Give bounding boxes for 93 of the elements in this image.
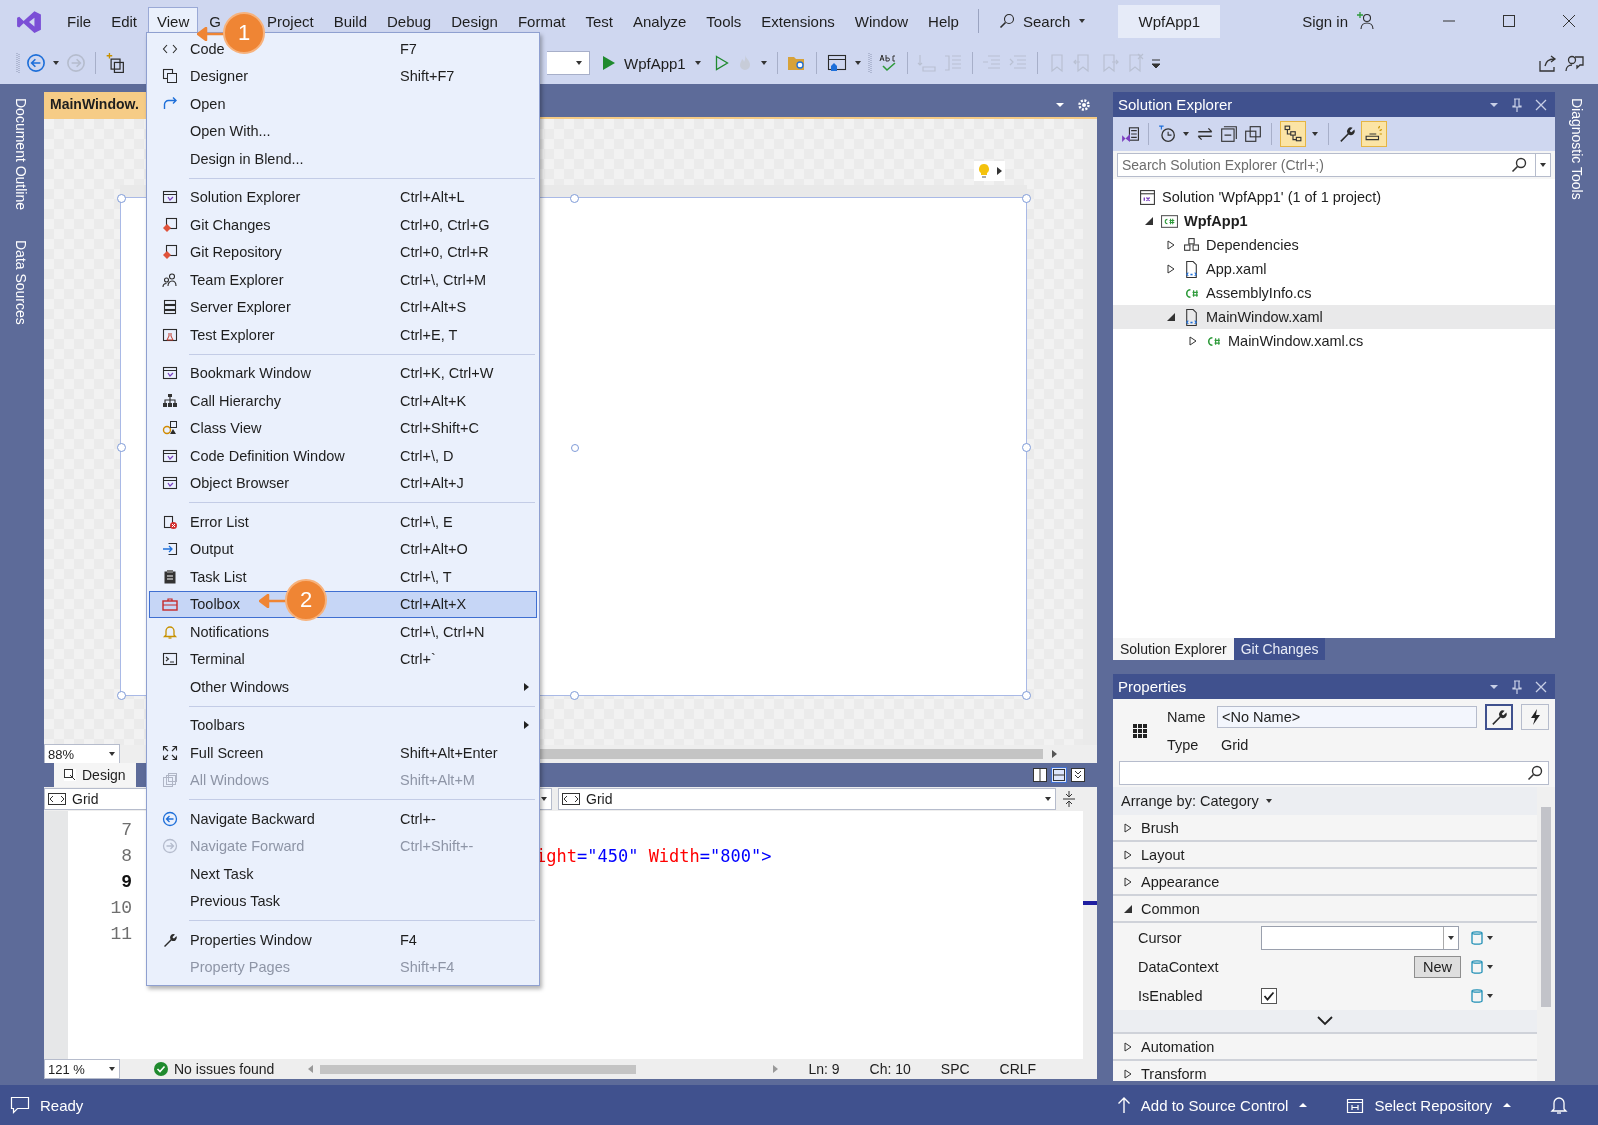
column-indicator[interactable]: Ch: 10 [869,1061,911,1077]
tree-item[interactable]: MainWindow.xaml.cs [1113,329,1555,353]
panel-title: Solution Explorer [1118,96,1233,113]
menu-entry[interactable]: Output Ctrl+Alt+O [149,535,537,563]
menu-entry[interactable]: Full Screen Shift+Alt+Enter [149,739,537,767]
field-label: Name [1167,709,1207,725]
search-label: Search [1022,12,1071,30]
whitespace-indicator[interactable]: SPC [940,1061,970,1077]
line-ending-indicator[interactable]: CRLF [999,1061,1037,1077]
menu-entry[interactable]: Design in Blend... [149,145,537,173]
category-header[interactable]: Layout [1113,842,1537,869]
start-target-label: WpfApp1 [624,54,686,72]
menu-entry[interactable]: Error List Ctrl+\, E [149,508,537,536]
menu-entry[interactable]: Code Definition Window Ctrl+\, D [149,442,537,470]
menu-entry[interactable]: Git Changes Ctrl+0, Ctrl+G [149,211,537,239]
line-number: 10 [109,897,132,920]
menu-entry[interactable]: Solution Explorer Ctrl+Alt+L [149,183,537,211]
solution-name: WpfApp1 [1118,4,1221,38]
zoom-dropdown[interactable]: 88% [44,744,120,764]
menu-entry[interactable]: Other Windows [149,673,537,701]
menu-item[interactable]: File [58,6,101,36]
tree-item[interactable]: App.xaml [1113,257,1555,281]
start-button[interactable]: WpfApp1 [596,54,708,72]
category-header[interactable]: Appearance [1113,869,1537,896]
menu-entry[interactable]: Test Explorer Ctrl+E, T [149,321,537,349]
search-field[interactable]: Search Solution Explorer (Ctrl+;) [1117,153,1536,177]
line-number: 9 [120,871,132,894]
menu-item[interactable]: Build [324,6,376,36]
field-label: Type [1167,737,1200,753]
menu-item[interactable]: Format [508,6,575,36]
line-indicator[interactable]: Ln: 9 [808,1061,840,1077]
panel-tab[interactable]: Solution Explorer [1113,638,1234,660]
menu-item[interactable]: Edit [102,6,147,36]
document-tab[interactable]: MainWindow. [44,92,146,117]
code-line: ight="450" Width="800"> [536,846,772,866]
new-button[interactable]: New [1414,955,1461,978]
menu-item[interactable]: Window [845,6,918,36]
status-message: Ready [40,1096,84,1114]
menu-item[interactable]: Debug [378,6,441,36]
tree-item[interactable]: WpfApp1 [1113,209,1555,233]
arrange-dropdown[interactable]: Arrange by: Category [1113,787,1537,815]
element-dropdown[interactable]: Grid [558,788,1056,810]
design-tab[interactable]: Design [54,763,136,787]
menu-entry[interactable]: Designer Shift+F7 [149,62,537,90]
repository-button[interactable]: Select Repository [1346,1096,1512,1114]
menu-entry[interactable]: Team Explorer Ctrl+\, Ctrl+M [149,266,537,294]
property-label: IsEnabled [1138,987,1204,1004]
menu-entry[interactable]: Navigate Backward Ctrl+- [149,805,537,833]
name-field[interactable]: <No Name> [1217,706,1477,728]
menu-entry[interactable]: Bookmark Window Ctrl+K, Ctrl+W [149,359,537,387]
property-label: Cursor [1138,929,1183,946]
tree-item[interactable]: Solution 'WpfApp1' (1 of 1 project) [1113,185,1555,209]
issues-status[interactable]: No issues found [174,1061,275,1077]
menu-entry[interactable]: Toolbars [149,711,537,739]
menu-item[interactable]: Test [576,6,622,36]
menu-item[interactable]: Design [442,6,507,36]
type-value: Grid [1221,737,1249,753]
panel-title: Properties [1118,678,1187,695]
menu-entry[interactable]: Terminal Ctrl+` [149,645,537,673]
tool-window-tab[interactable]: Document Outline [11,92,31,217]
menu-entry[interactable]: Open [149,90,537,118]
menu-entry[interactable]: Class View Ctrl+Shift+C [149,414,537,442]
menu-entry[interactable]: Previous Task [149,887,537,915]
menu-entry[interactable]: Call Hierarchy Ctrl+Alt+K [149,387,537,415]
menu-entry[interactable]: Notifications Ctrl+\, Ctrl+N [149,618,537,646]
category-header[interactable]: Common [1113,896,1537,923]
tool-window-tab[interactable]: Diagnostic Tools [1566,92,1587,206]
menu-entry[interactable]: Properties Window F4 [149,926,537,954]
menu-entry[interactable]: Next Task [149,860,537,888]
sign-in-button[interactable]: Sign in [1302,12,1348,30]
line-number: 7 [120,819,132,842]
tree-item[interactable]: AssemblyInfo.cs [1113,281,1555,305]
property-label: DataContext [1138,958,1220,975]
zoom-dropdown[interactable]: 121 % [44,1059,120,1079]
menu-item[interactable]: Extensions [752,6,844,36]
menu-entry[interactable]: Object Browser Ctrl+Alt+J [149,469,537,497]
category-header[interactable]: Automation [1113,1034,1537,1061]
menu-entry[interactable]: Open With... [149,117,537,145]
tab-label: Design [82,767,126,783]
menu-item[interactable]: Tools [697,6,751,36]
line-number: 11 [109,923,132,946]
tree-item[interactable]: Dependencies [1113,233,1555,257]
line-number: 8 [120,845,132,868]
panel-tab[interactable]: Git Changes [1233,638,1326,660]
menu-item[interactable]: Analyze [623,6,696,36]
tool-window-tab[interactable]: Data Sources [11,234,31,331]
category-header[interactable]: Brush [1113,815,1537,842]
menu-entry[interactable]: Server Explorer Ctrl+Alt+S [149,293,537,321]
tree-item[interactable]: MainWindow.xaml [1113,305,1555,329]
search-button[interactable]: Search [992,8,1093,34]
source-control-button[interactable]: Add to Source Control [1116,1096,1309,1114]
menu-item[interactable]: Help [919,6,968,36]
menu-entry[interactable]: Git Repository Ctrl+0, Ctrl+R [149,238,537,266]
